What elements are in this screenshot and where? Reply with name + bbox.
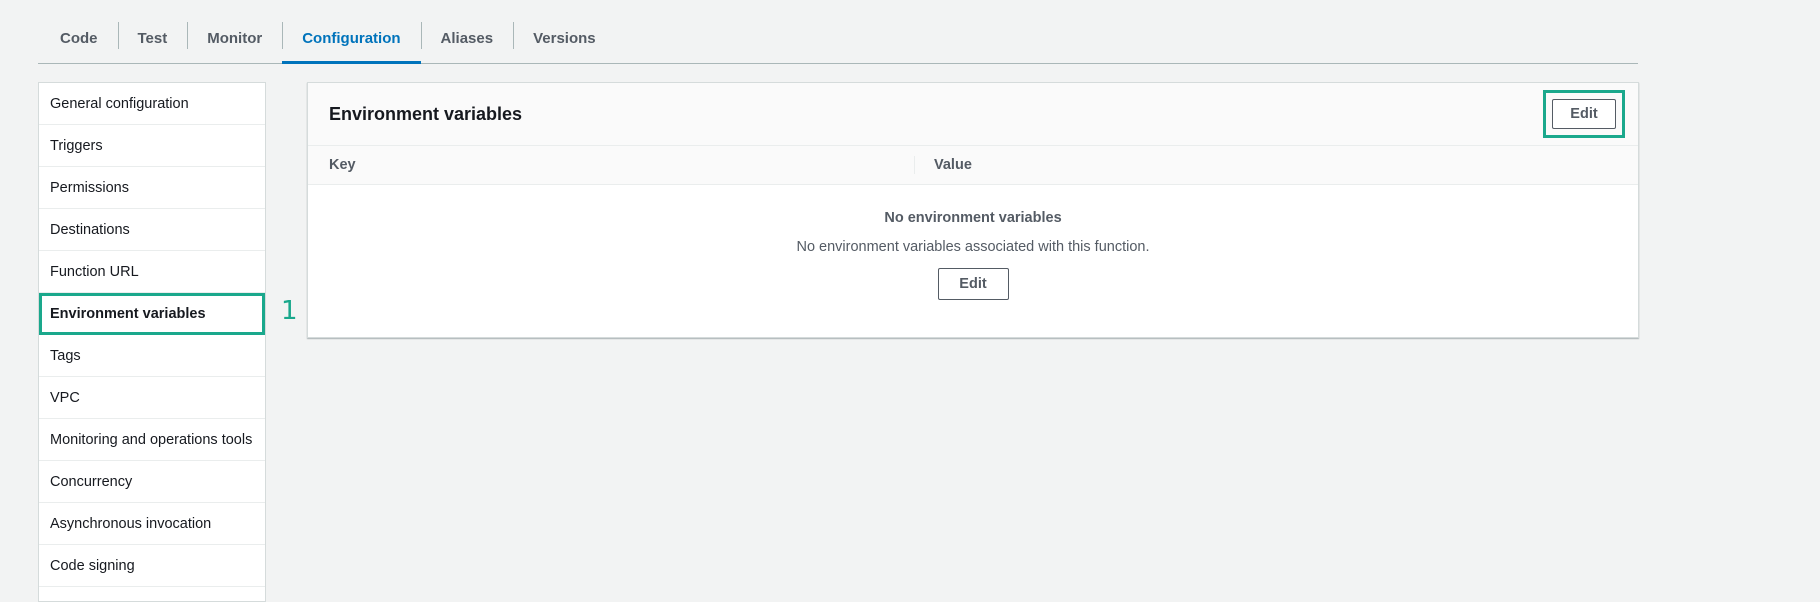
environment-variables-panel: Environment variables Edit Key Value No …: [307, 82, 1639, 338]
panel-title: Environment variables: [329, 103, 523, 124]
empty-state-description: No environment variables associated with…: [796, 239, 1150, 255]
tab-versions[interactable]: Versions: [513, 14, 616, 63]
sidebar-item-triggers[interactable]: Triggers: [39, 125, 265, 167]
panel-header: Environment variables Edit: [308, 83, 1638, 146]
sidebar-item-tags[interactable]: Tags: [39, 335, 265, 377]
empty-state: No environment variables No environment …: [308, 186, 1638, 300]
sidebar-item-function-url[interactable]: Function URL: [39, 251, 265, 293]
tab-aliases[interactable]: Aliases: [420, 14, 514, 63]
edit-button-highlight: Edit: [1543, 90, 1625, 138]
column-header-value: Value: [934, 157, 972, 173]
edit-button[interactable]: Edit: [1552, 99, 1616, 129]
tab-bar: Code Test Monitor Configuration Aliases …: [38, 14, 1638, 64]
sidebar-item-environment-variables[interactable]: Environment variables: [39, 293, 265, 335]
sidebar-item-permissions[interactable]: Permissions: [39, 167, 265, 209]
sidebar-item-code-signing[interactable]: Code signing: [39, 545, 265, 587]
sidebar-item-vpc[interactable]: VPC: [39, 377, 265, 419]
step-1-annotation: 1: [281, 296, 298, 326]
column-divider: [914, 156, 915, 174]
configuration-sidebar: General configuration Triggers Permissio…: [38, 82, 266, 602]
tab-configuration[interactable]: Configuration: [282, 14, 421, 64]
empty-state-edit-button[interactable]: Edit: [937, 268, 1009, 300]
column-header-key: Key: [329, 157, 356, 173]
tab-code[interactable]: Code: [38, 14, 118, 63]
tab-test[interactable]: Test: [117, 14, 188, 63]
sidebar-item-concurrency[interactable]: Concurrency: [39, 461, 265, 503]
table-header: Key Value: [308, 146, 1638, 185]
sidebar-item-monitoring[interactable]: Monitoring and operations tools: [39, 419, 265, 461]
sidebar-item-asynchronous-invocation[interactable]: Asynchronous invocation: [39, 503, 265, 545]
sidebar-item-destinations[interactable]: Destinations: [39, 209, 265, 251]
empty-state-title: No environment variables: [884, 210, 1062, 226]
sidebar-item-general-configuration[interactable]: General configuration: [39, 83, 265, 125]
tab-monitor[interactable]: Monitor: [187, 14, 282, 63]
